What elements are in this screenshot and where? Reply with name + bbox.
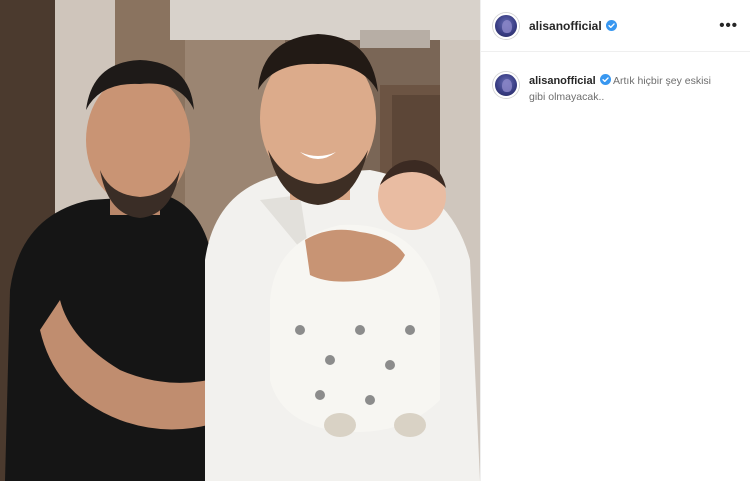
more-options-button[interactable]: ••• [719, 18, 738, 33]
post-photo-image [0, 0, 480, 481]
post-caption: alisanofficial Artık hiçbir şey eskisi g… [481, 52, 750, 105]
caption-body: alisanofficial Artık hiçbir şey eskisi g… [529, 72, 729, 105]
post-side-panel: alisanofficial ••• alisanofficial Artık … [480, 0, 750, 481]
caption-username[interactable]: alisanofficial [529, 75, 596, 87]
caption-author-avatar[interactable] [493, 72, 519, 98]
post-header: alisanofficial ••• [481, 0, 750, 52]
more-horizontal-icon: ••• [719, 17, 738, 34]
author-avatar[interactable] [493, 12, 519, 39]
author-username[interactable]: alisanofficial [529, 19, 602, 33]
verified-badge-icon [605, 20, 617, 31]
caption-verified-badge-icon [599, 74, 611, 85]
post-photo[interactable] [0, 0, 480, 481]
